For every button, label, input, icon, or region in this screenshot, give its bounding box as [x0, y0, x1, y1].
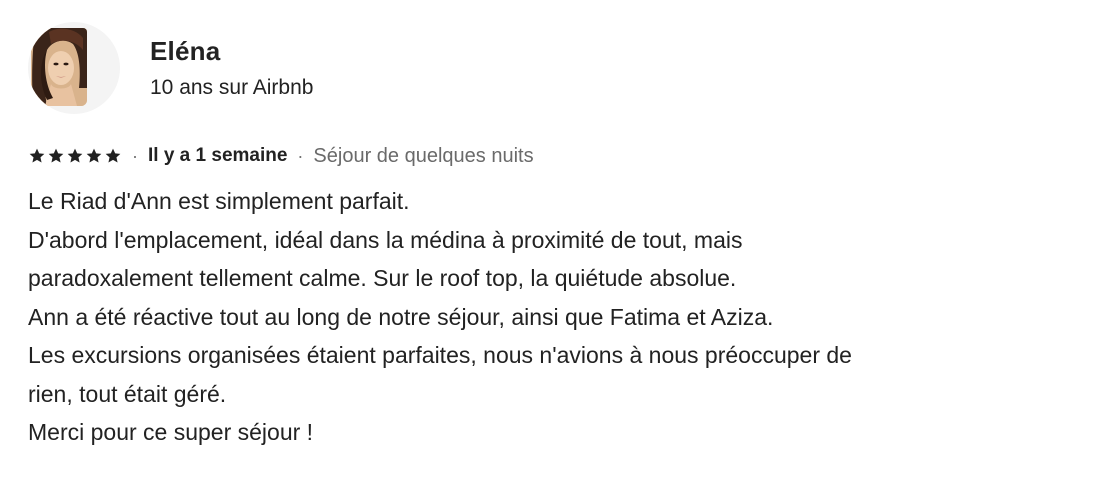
reviewer-tenure: 10 ans sur Airbnb: [150, 76, 314, 99]
review-line: Merci pour ce super séjour !: [28, 419, 314, 445]
rating-stars: [28, 147, 122, 165]
review-card: Eléna 10 ans sur Airbnb · Il y a 1 semai…: [0, 0, 1094, 482]
star-icon: [86, 148, 102, 163]
review-text: Le Riad d'Ann est simplement parfait. D'…: [28, 182, 1078, 452]
review-line: D'abord l'emplacement, idéal dans la méd…: [28, 226, 743, 253]
review-date: Il y a 1 semaine: [148, 145, 288, 166]
review-line: paradoxalement tellement calme. Sur le r…: [28, 265, 737, 291]
separator-dot: ·: [132, 145, 138, 166]
star-icon: [105, 148, 121, 163]
review-line: rien, tout était géré.: [28, 380, 227, 407]
avatar[interactable]: [28, 22, 120, 114]
reviewer-header: Eléna 10 ans sur Airbnb: [28, 22, 313, 114]
star-icon: [48, 148, 64, 163]
reviewer-name[interactable]: Eléna: [150, 35, 313, 67]
avatar-photo: [31, 28, 87, 106]
reviewer-info: Eléna 10 ans sur Airbnb: [150, 35, 313, 101]
stay-type: Séjour de quelques nuits: [313, 144, 534, 167]
review-line: Ann a été réactive tout au long de notre…: [28, 303, 774, 330]
star-icon: [29, 148, 45, 163]
star-icon: [67, 148, 83, 163]
review-line: Les excursions organisées étaient parfai…: [28, 342, 852, 368]
review-line: Le Riad d'Ann est simplement parfait.: [28, 188, 410, 214]
review-meta: · Il y a 1 semaine · Séjour de quelques …: [28, 142, 534, 170]
separator-dot: ·: [297, 145, 304, 166]
